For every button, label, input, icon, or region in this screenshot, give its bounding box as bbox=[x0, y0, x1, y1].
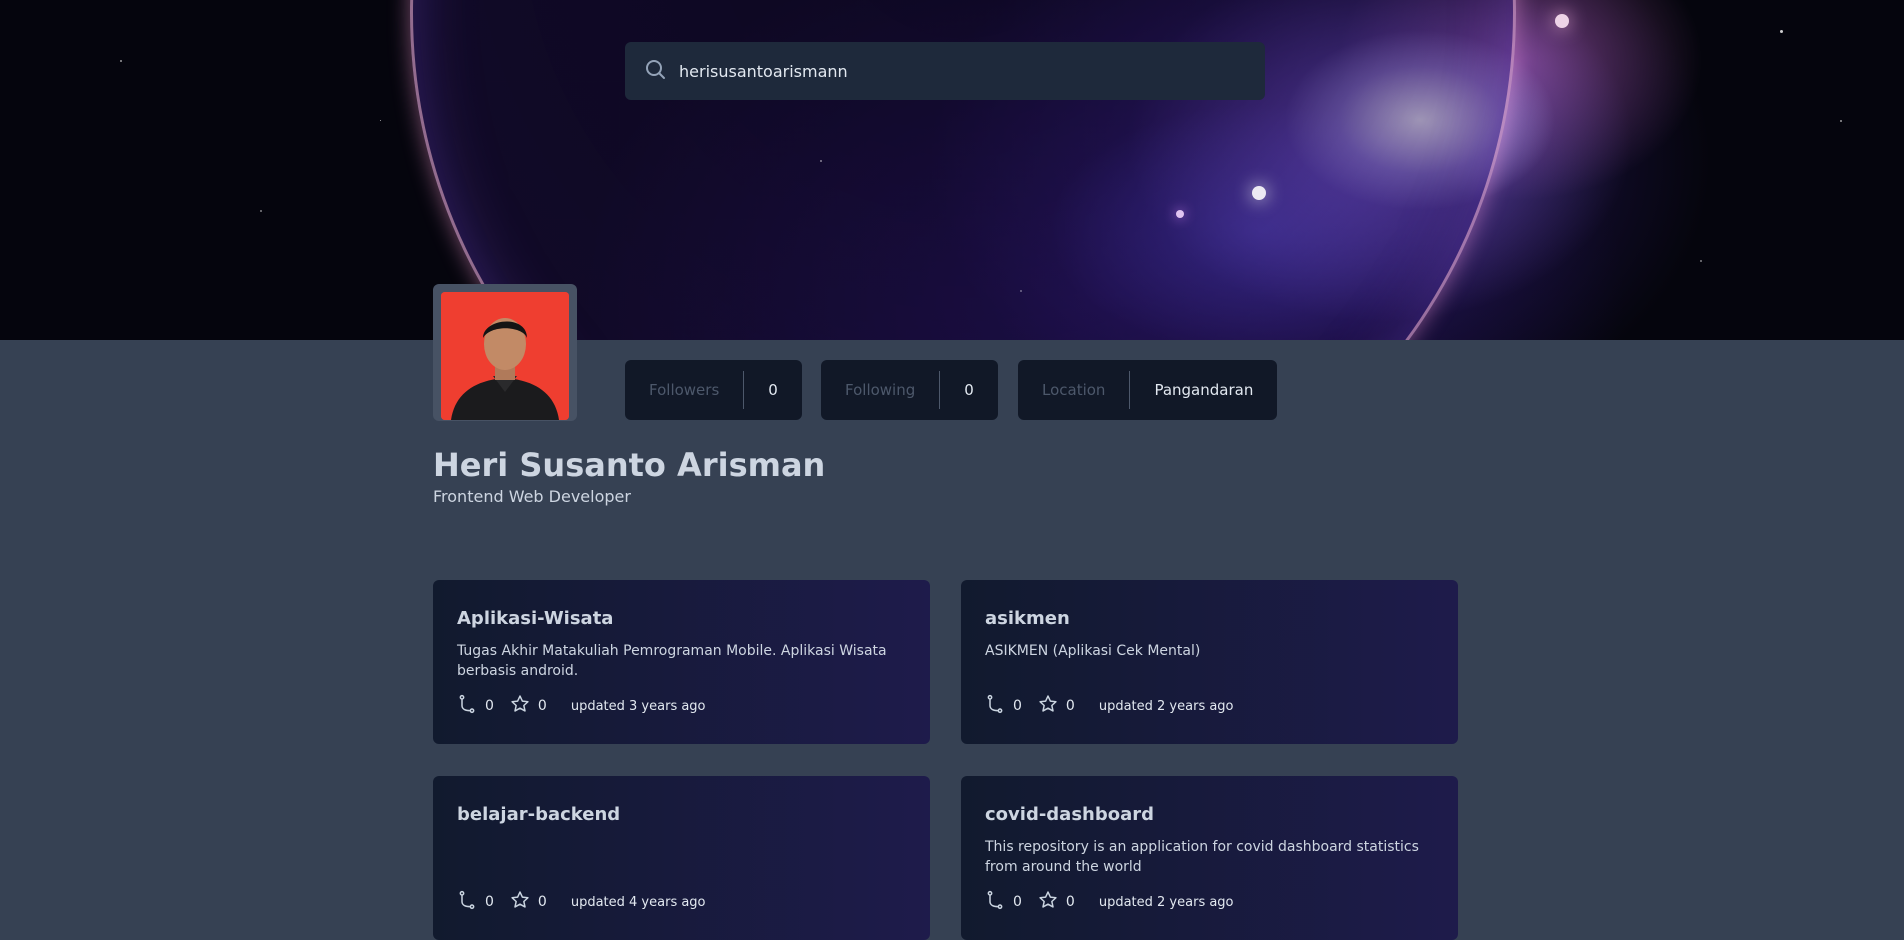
search-bar[interactable]: herisusantoarismann bbox=[625, 42, 1265, 100]
followers-stat: Followers 0 bbox=[625, 360, 802, 420]
following-stat: Following 0 bbox=[821, 360, 998, 420]
fork-icon bbox=[985, 694, 1005, 718]
following-label: Following bbox=[845, 381, 916, 399]
fork-icon bbox=[457, 694, 477, 718]
fork-icon bbox=[985, 890, 1005, 914]
star-icon bbox=[510, 694, 530, 718]
star-count: 0 bbox=[1065, 698, 1075, 714]
search-icon bbox=[643, 57, 667, 85]
repo-card[interactable]: asikmen ASIKMEN (Aplikasi Cek Mental) 0 … bbox=[961, 580, 1458, 744]
star-count: 0 bbox=[537, 698, 547, 714]
star-count: 0 bbox=[537, 894, 547, 910]
fork-icon bbox=[457, 890, 477, 914]
star-count: 0 bbox=[1065, 894, 1075, 910]
repo-description: Tugas Akhir Matakuliah Pemrograman Mobil… bbox=[457, 643, 887, 679]
repo-card[interactable]: belajar-backend 0 0 updated 4 years ago bbox=[433, 776, 930, 940]
updated-text: updated 2 years ago bbox=[1098, 698, 1234, 714]
repo-name[interactable]: asikmen bbox=[985, 608, 1434, 629]
avatar bbox=[441, 292, 569, 420]
repo-name[interactable]: belajar-backend bbox=[457, 804, 906, 825]
followers-value: 0 bbox=[768, 381, 778, 399]
profile-name: Heri Susanto Arisman bbox=[433, 446, 826, 484]
repo-description: ASIKMEN (Aplikasi Cek Mental) bbox=[985, 643, 1201, 659]
fork-count: 0 bbox=[1013, 894, 1022, 910]
search-input[interactable]: herisusantoarismann bbox=[679, 62, 848, 81]
repo-name[interactable]: Aplikasi-Wisata bbox=[457, 608, 906, 629]
repo-card[interactable]: Aplikasi-Wisata Tugas Akhir Matakuliah P… bbox=[433, 580, 930, 744]
star-icon bbox=[510, 890, 530, 914]
repo-description bbox=[457, 837, 906, 877]
location-label: Location bbox=[1042, 381, 1106, 399]
fork-count: 0 bbox=[485, 698, 494, 714]
avatar-frame bbox=[433, 284, 577, 421]
following-value: 0 bbox=[964, 381, 974, 399]
repo-name[interactable]: covid-dashboard bbox=[985, 804, 1434, 825]
updated-text: updated 2 years ago bbox=[1098, 894, 1234, 910]
fork-count: 0 bbox=[485, 894, 494, 910]
repo-meta: 0 0 updated 3 years ago bbox=[457, 694, 706, 718]
fork-count: 0 bbox=[1013, 698, 1022, 714]
location-value: Pangandaran bbox=[1154, 381, 1254, 399]
repo-meta: 0 0 updated 2 years ago bbox=[985, 890, 1234, 914]
star-icon bbox=[1038, 890, 1058, 914]
profile-bio: Frontend Web Developer bbox=[433, 487, 631, 506]
repo-meta: 0 0 updated 4 years ago bbox=[457, 890, 706, 914]
location-stat: Location Pangandaran bbox=[1018, 360, 1278, 420]
repo-meta: 0 0 updated 2 years ago bbox=[985, 694, 1234, 718]
repo-description: This repository is an application for co… bbox=[985, 839, 1419, 875]
star-icon bbox=[1038, 694, 1058, 718]
followers-label: Followers bbox=[649, 381, 720, 399]
updated-text: updated 3 years ago bbox=[570, 698, 706, 714]
updated-text: updated 4 years ago bbox=[570, 894, 706, 910]
repo-card[interactable]: covid-dashboard This repository is an ap… bbox=[961, 776, 1458, 940]
